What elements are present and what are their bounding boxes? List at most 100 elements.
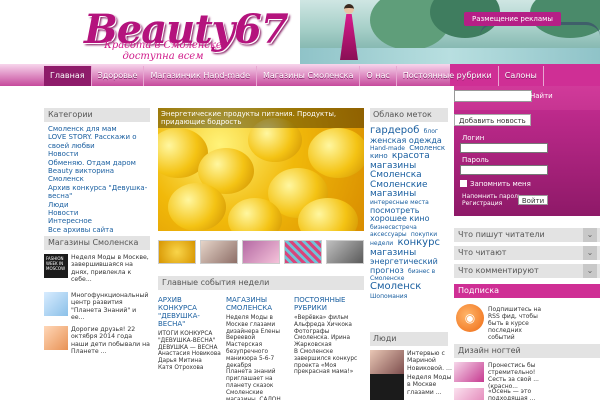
- tag-cloud-title: Облако меток: [370, 108, 448, 122]
- password-input[interactable]: [460, 165, 548, 175]
- accordion-reading[interactable]: Что читают ⌄: [454, 246, 600, 260]
- nail-design-title: Дизайн ногтей: [454, 344, 600, 358]
- tag-link[interactable]: магазины Смоленска: [370, 161, 422, 180]
- login-input[interactable]: [460, 143, 548, 153]
- account-links: Напомнить пароль Регистрация: [462, 193, 522, 207]
- remember-label: Запомнить меня: [470, 180, 531, 188]
- nav-about[interactable]: О нас: [360, 66, 397, 86]
- category-link[interactable]: LOVE STORY. Расскажи о своей любви: [48, 133, 150, 150]
- column-heading[interactable]: МАГАЗИНЫ СМОЛЕНСКА: [226, 296, 290, 312]
- category-link[interactable]: Новости: [48, 209, 150, 217]
- shop-item[interactable]: Дорогие друзья! 22 октября 2014 года наш…: [44, 326, 150, 356]
- column-item[interactable]: Планета знаний приглашает на планету ска…: [226, 369, 290, 389]
- shop-text: Многофункциональный центр развития "План…: [71, 292, 149, 321]
- advertising-link[interactable]: Размещение рекламы: [464, 12, 561, 26]
- column-item[interactable]: ДЕВУШКА — ВЕСНА Анастасия Новикова: [158, 345, 222, 359]
- login-button[interactable]: Войти: [518, 195, 548, 205]
- column-item[interactable]: Катя Отрохова: [158, 365, 222, 372]
- shop-item[interactable]: Многофункциональный центр развития "План…: [44, 292, 150, 326]
- shops-title: Магазины Смоленска: [44, 236, 150, 250]
- forgot-password-link[interactable]: Напомнить пароль: [462, 193, 522, 200]
- events-columns: АРХИВ КОНКУРСА "ДЕВУШКА-ВЕСНА" ИТОГИ КОН…: [158, 296, 364, 400]
- rss-text: Подпишитесь на RSS фид, чтобы быть в кур…: [488, 306, 542, 341]
- shops-widget: Магазины Смоленска FASHION WEEK IN MOSCO…: [44, 236, 150, 356]
- column-item[interactable]: Фотографы Смоленска. Ирина Жарковская: [294, 329, 358, 349]
- column-heading[interactable]: ПОСТОЯННЫЕ РУБРИКИ: [294, 296, 358, 312]
- model-figure: [338, 4, 360, 62]
- login-label: Логин: [462, 134, 485, 142]
- events-column: АРХИВ КОНКУРСА "ДЕВУШКА-ВЕСНА" ИТОГИ КОН…: [158, 296, 222, 400]
- category-link[interactable]: Обменяю. Отдам даром: [48, 159, 150, 167]
- tag-link[interactable]: Шопомания: [370, 293, 407, 300]
- slider-thumb[interactable]: [200, 240, 238, 264]
- slider-thumb[interactable]: [326, 240, 364, 264]
- slider-thumb[interactable]: [158, 240, 196, 264]
- people-title: Люди: [370, 332, 448, 346]
- category-link[interactable]: Смоленск: [48, 175, 150, 183]
- register-link[interactable]: Регистрация: [462, 200, 522, 207]
- shop-thumbnail: FASHION WEEK IN MOSCOW: [44, 254, 68, 278]
- people-text: Неделя Моды в Москве глазами ...: [407, 374, 452, 396]
- column-item[interactable]: Дарья Митина: [158, 358, 222, 365]
- category-link[interactable]: Люди: [48, 201, 150, 209]
- column-item[interactable]: «Верёвка» фильм Альфреда Хичкока: [294, 315, 358, 329]
- nav-salons[interactable]: Салоны: [499, 66, 544, 86]
- shop-thumbnail: [44, 292, 68, 316]
- category-link[interactable]: Интересное: [48, 217, 150, 225]
- people-thumbnail: [370, 350, 404, 376]
- column-item[interactable]: В Смоленске завершился конкурс проекта «…: [294, 349, 358, 376]
- category-link[interactable]: Новости: [48, 150, 150, 158]
- tag-link[interactable]: конкурс: [397, 237, 440, 248]
- column-item[interactable]: Мастерская безупречного маникюра 5-6-7 д…: [226, 342, 290, 369]
- accordion-label: Что пишут читатели: [458, 230, 545, 239]
- category-link[interactable]: Все архивы сайта: [48, 226, 150, 234]
- shop-item[interactable]: FASHION WEEK IN MOSCOW Неделя Моды в Мос…: [44, 254, 150, 292]
- add-news-button[interactable]: Добавить новость: [454, 114, 531, 126]
- events-column: ПОСТОЯННЫЕ РУБРИКИ «Верёвка» фильм Альфр…: [294, 296, 358, 400]
- rss-icon[interactable]: ◉: [456, 304, 484, 332]
- people-item[interactable]: Интервью с Мариной Новиковой. ...: [370, 350, 452, 376]
- column-item[interactable]: ИТОГИ КОНКУРСА "ДЕВУШКА-ВЕСНА": [158, 331, 222, 345]
- people-thumbnail: [370, 374, 404, 400]
- tag-link[interactable]: посмотреть хорошее кино: [370, 206, 429, 223]
- shop-text: Дорогие друзья! 22 октября 2014 года наш…: [71, 326, 150, 355]
- nav-rubrics[interactable]: Постоянные рубрики: [397, 66, 499, 86]
- password-label: Пароль: [462, 156, 489, 164]
- slider-thumb[interactable]: [284, 240, 322, 264]
- nav-health[interactable]: Здоровье: [92, 66, 145, 86]
- remember-checkbox[interactable]: [460, 180, 467, 187]
- tag-link[interactable]: гардероб: [370, 125, 419, 136]
- nav-smolensk-shops[interactable]: Магазины Смоленска: [257, 66, 361, 86]
- categories-widget: Категории Смоленск для мам LOVE STORY. Р…: [44, 108, 150, 234]
- tag-link[interactable]: Смоленские магазины: [370, 180, 428, 199]
- featured-slider[interactable]: Энергетические продукты питания. Продукт…: [158, 108, 364, 231]
- tag-cloud: гардероб блог женская одежда Hand-made С…: [370, 125, 452, 300]
- main-menu: Главная Здоровье Магазинчик Hand-made Ма…: [44, 66, 544, 86]
- tag-link[interactable]: бизнесвстреча: [370, 224, 417, 231]
- tag-link[interactable]: Смоленск: [370, 281, 421, 293]
- nav-home[interactable]: Главная: [44, 66, 92, 86]
- chevron-down-icon: ⌄: [583, 264, 597, 278]
- search-button[interactable]: Найти: [530, 90, 553, 102]
- nail-text: «Осень — это подходящая ...: [488, 388, 536, 400]
- category-link[interactable]: Beauty викторина: [48, 167, 150, 175]
- tag-link[interactable]: блог: [424, 128, 438, 135]
- column-item[interactable]: Неделя Моды в Москве глазами дизайнера Е…: [226, 315, 290, 342]
- slider-thumb[interactable]: [242, 240, 280, 264]
- column-item[interactable]: Смоленские магазины. САЛОН: [226, 390, 290, 400]
- people-item[interactable]: Неделя Моды в Москве глазами ...: [370, 374, 452, 400]
- nav-handmade-shop[interactable]: Магазинчик Hand-made: [144, 66, 257, 86]
- accordion-commenting[interactable]: Что комментируют ⌄: [454, 264, 600, 278]
- nail-thumbnail: [454, 362, 484, 382]
- nail-item[interactable]: «Осень — это подходящая ...: [454, 388, 554, 400]
- nail-item[interactable]: Пронестись бы стремительно! Сесть за сво…: [454, 362, 554, 390]
- chevron-down-icon: ⌄: [583, 246, 597, 260]
- tag-link[interactable]: красота: [392, 151, 430, 161]
- site-header: Beauty67 Красота в Смоленске доступна вс…: [0, 0, 600, 64]
- accordion-readers-say[interactable]: Что пишут читатели ⌄: [454, 228, 600, 242]
- search-input[interactable]: [454, 90, 532, 102]
- slider-caption[interactable]: Энергетические продукты питания. Продукт…: [158, 108, 364, 128]
- category-link[interactable]: Смоленск для мам: [48, 125, 150, 133]
- category-link[interactable]: Архив конкурса "Девушка-весна": [48, 184, 150, 201]
- column-heading[interactable]: АРХИВ КОНКУРСА "ДЕВУШКА-ВЕСНА": [158, 296, 222, 328]
